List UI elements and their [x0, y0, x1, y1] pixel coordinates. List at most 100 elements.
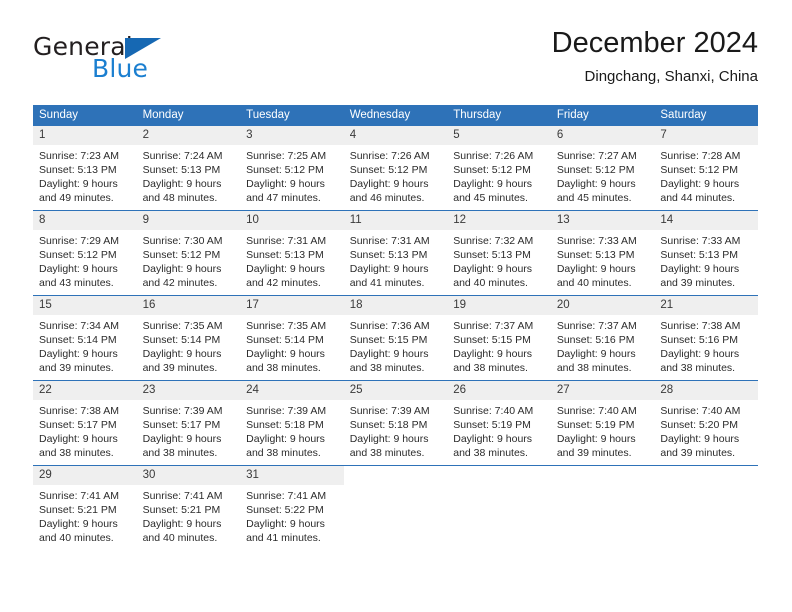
sunset-text: Sunset: 5:12 PM: [660, 164, 739, 176]
day-cell[interactable]: 8 Sunrise: 7:29 AM Sunset: 5:12 PM Dayli…: [33, 210, 137, 296]
sunrise-text: Sunrise: 7:25 AM: [246, 150, 327, 162]
sunset-text: Sunset: 5:17 PM: [39, 419, 117, 431]
day-details: Sunrise: 7:35 AM Sunset: 5:14 PM Dayligh…: [240, 315, 344, 375]
sunset-text: Sunset: 5:13 PM: [660, 249, 739, 261]
sunrise-text: Sunrise: 7:40 AM: [660, 405, 741, 417]
sunset-text: Sunset: 5:21 PM: [142, 504, 221, 516]
sunrise-text: Sunrise: 7:37 AM: [453, 320, 534, 332]
general-blue-logo[interactable]: General Blue: [33, 32, 263, 90]
day-cell[interactable]: 10 Sunrise: 7:31 AM Sunset: 5:13 PM Dayl…: [240, 210, 344, 296]
day-cell[interactable]: 9 Sunrise: 7:30 AM Sunset: 5:12 PM Dayli…: [136, 210, 241, 296]
day-number: 1: [33, 126, 137, 145]
day-number: 9: [136, 211, 241, 230]
daylight-text-line2: and 38 minutes.: [349, 447, 425, 459]
day-cell[interactable]: 28 Sunrise: 7:40 AM Sunset: 5:20 PM Dayl…: [654, 380, 758, 466]
day-cell[interactable]: 30 Sunrise: 7:41 AM Sunset: 5:21 PM Dayl…: [136, 465, 241, 550]
daylight-text-line1: Daylight: 9 hours: [39, 178, 118, 190]
daylight-text-line2: and 45 minutes.: [556, 192, 632, 204]
day-cell[interactable]: 27 Sunrise: 7:40 AM Sunset: 5:19 PM Dayl…: [550, 380, 655, 466]
sunset-text: Sunset: 5:13 PM: [142, 164, 221, 176]
day-cell[interactable]: 12 Sunrise: 7:32 AM Sunset: 5:13 PM Dayl…: [447, 210, 551, 296]
day-cell[interactable]: 31 Sunrise: 7:41 AM Sunset: 5:22 PM Dayl…: [240, 465, 344, 550]
day-cell[interactable]: 4 Sunrise: 7:26 AM Sunset: 5:12 PM Dayli…: [343, 125, 448, 211]
day-details: Sunrise: 7:29 AM Sunset: 5:12 PM Dayligh…: [33, 230, 137, 290]
sunrise-text: Sunrise: 7:27 AM: [556, 150, 637, 162]
daylight-text-line2: and 38 minutes.: [556, 362, 632, 374]
calendar-week-row: 22 Sunrise: 7:38 AM Sunset: 5:17 PM Dayl…: [33, 380, 758, 466]
day-cell[interactable]: 26 Sunrise: 7:40 AM Sunset: 5:19 PM Dayl…: [447, 380, 551, 466]
day-details: Sunrise: 7:32 AM Sunset: 5:13 PM Dayligh…: [447, 230, 551, 290]
daylight-text-line2: and 43 minutes.: [39, 277, 114, 289]
day-number: 20: [550, 296, 655, 315]
sunset-text: Sunset: 5:12 PM: [142, 249, 221, 261]
daylight-text-line2: and 46 minutes.: [349, 192, 425, 204]
daylight-text-line2: and 38 minutes.: [142, 447, 218, 459]
daylight-text-line2: and 47 minutes.: [246, 192, 321, 204]
day-details: Sunrise: 7:37 AM Sunset: 5:15 PM Dayligh…: [447, 315, 551, 375]
day-cell[interactable]: 2 Sunrise: 7:24 AM Sunset: 5:13 PM Dayli…: [136, 125, 241, 211]
daylight-text-line2: and 48 minutes.: [142, 192, 218, 204]
day-cell[interactable]: 25 Sunrise: 7:39 AM Sunset: 5:18 PM Dayl…: [343, 380, 448, 466]
daylight-text-line1: Daylight: 9 hours: [453, 178, 533, 190]
sunrise-text: Sunrise: 7:39 AM: [349, 405, 430, 417]
calendar-grid: Sunday Monday Tuesday Wednesday Thursday…: [33, 105, 758, 550]
day-cell[interactable]: 23 Sunrise: 7:39 AM Sunset: 5:17 PM Dayl…: [136, 380, 241, 466]
sunset-text: Sunset: 5:12 PM: [39, 249, 117, 261]
day-number: [447, 466, 551, 485]
daylight-text-line2: and 40 minutes.: [453, 277, 528, 289]
weekday-header-thursday: Thursday: [447, 105, 551, 126]
day-cell[interactable]: 3 Sunrise: 7:25 AM Sunset: 5:12 PM Dayli…: [240, 125, 344, 211]
sunrise-text: Sunrise: 7:31 AM: [349, 235, 430, 247]
sunrise-text: Sunrise: 7:35 AM: [246, 320, 327, 332]
day-cell[interactable]: 24 Sunrise: 7:39 AM Sunset: 5:18 PM Dayl…: [240, 380, 344, 466]
day-details: Sunrise: 7:39 AM Sunset: 5:18 PM Dayligh…: [240, 400, 344, 460]
daylight-text-line1: Daylight: 9 hours: [39, 348, 118, 360]
day-cell[interactable]: 16 Sunrise: 7:35 AM Sunset: 5:14 PM Dayl…: [136, 295, 241, 381]
day-cell[interactable]: 7 Sunrise: 7:28 AM Sunset: 5:12 PM Dayli…: [654, 125, 758, 211]
daylight-text-line1: Daylight: 9 hours: [246, 263, 325, 275]
sunset-text: Sunset: 5:18 PM: [349, 419, 428, 431]
sunrise-text: Sunrise: 7:38 AM: [660, 320, 741, 332]
sunrise-text: Sunrise: 7:32 AM: [453, 235, 534, 247]
day-number: 31: [240, 466, 344, 485]
day-cell[interactable]: 18 Sunrise: 7:36 AM Sunset: 5:15 PM Dayl…: [343, 295, 448, 381]
sunset-text: Sunset: 5:12 PM: [246, 164, 324, 176]
sunrise-text: Sunrise: 7:41 AM: [142, 490, 223, 502]
day-details: Sunrise: 7:31 AM Sunset: 5:13 PM Dayligh…: [344, 230, 448, 290]
weekday-header-sunday: Sunday: [33, 105, 137, 126]
daylight-text-line1: Daylight: 9 hours: [142, 178, 222, 190]
day-cell[interactable]: 22 Sunrise: 7:38 AM Sunset: 5:17 PM Dayl…: [33, 380, 137, 466]
day-cell[interactable]: 1 Sunrise: 7:23 AM Sunset: 5:13 PM Dayli…: [33, 125, 137, 211]
daylight-text-line1: Daylight: 9 hours: [556, 433, 636, 445]
day-cell[interactable]: 13 Sunrise: 7:33 AM Sunset: 5:13 PM Dayl…: [550, 210, 655, 296]
day-cell[interactable]: 17 Sunrise: 7:35 AM Sunset: 5:14 PM Dayl…: [240, 295, 344, 381]
daylight-text-line2: and 40 minutes.: [39, 532, 114, 544]
daylight-text-line1: Daylight: 9 hours: [39, 518, 118, 530]
day-cell[interactable]: 11 Sunrise: 7:31 AM Sunset: 5:13 PM Dayl…: [343, 210, 448, 296]
calendar-header-row: Sunday Monday Tuesday Wednesday Thursday…: [33, 105, 758, 126]
day-cell-empty: [550, 465, 655, 550]
daylight-text-line1: Daylight: 9 hours: [556, 263, 636, 275]
daylight-text-line2: and 39 minutes.: [556, 447, 632, 459]
daylight-text-line1: Daylight: 9 hours: [142, 518, 222, 530]
page-subtitle: Dingchang, Shanxi, China: [584, 68, 758, 85]
day-cell[interactable]: 20 Sunrise: 7:37 AM Sunset: 5:16 PM Dayl…: [550, 295, 655, 381]
day-cell[interactable]: 14 Sunrise: 7:33 AM Sunset: 5:13 PM Dayl…: [654, 210, 758, 296]
page-title: December 2024: [551, 27, 758, 59]
day-cell[interactable]: 29 Sunrise: 7:41 AM Sunset: 5:21 PM Dayl…: [33, 465, 137, 550]
sunrise-text: Sunrise: 7:29 AM: [39, 235, 119, 247]
sunset-text: Sunset: 5:12 PM: [453, 164, 531, 176]
day-details: Sunrise: 7:40 AM Sunset: 5:20 PM Dayligh…: [654, 400, 758, 460]
daylight-text-line2: and 39 minutes.: [39, 362, 114, 374]
sunrise-text: Sunrise: 7:40 AM: [453, 405, 534, 417]
daylight-text-line1: Daylight: 9 hours: [246, 178, 325, 190]
day-cell[interactable]: 6 Sunrise: 7:27 AM Sunset: 5:12 PM Dayli…: [550, 125, 655, 211]
daylight-text-line2: and 39 minutes.: [660, 447, 736, 459]
day-number: 23: [136, 381, 241, 400]
day-cell[interactable]: 21 Sunrise: 7:38 AM Sunset: 5:16 PM Dayl…: [654, 295, 758, 381]
day-cell[interactable]: 5 Sunrise: 7:26 AM Sunset: 5:12 PM Dayli…: [447, 125, 551, 211]
sunset-text: Sunset: 5:13 PM: [349, 249, 428, 261]
day-cell[interactable]: 19 Sunrise: 7:37 AM Sunset: 5:15 PM Dayl…: [447, 295, 551, 381]
day-cell[interactable]: 15 Sunrise: 7:34 AM Sunset: 5:14 PM Dayl…: [33, 295, 137, 381]
daylight-text-line1: Daylight: 9 hours: [349, 263, 429, 275]
